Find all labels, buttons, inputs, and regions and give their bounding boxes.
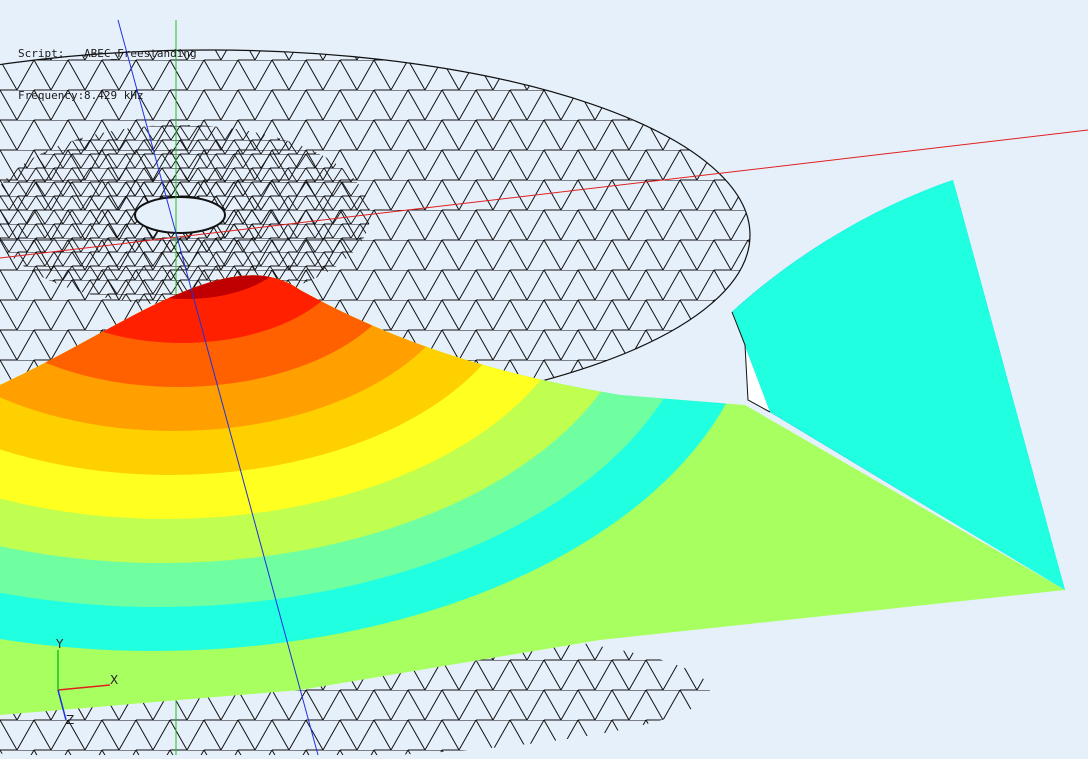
frequency-label: Frequency: bbox=[18, 89, 85, 102]
triad-z-label: Z bbox=[66, 713, 74, 727]
triad-y-label: Y bbox=[55, 637, 64, 651]
info-overlay: Script: ABEC_Freestanding Frequency:8.429… bbox=[18, 19, 197, 131]
viewport-3d[interactable]: X Y Z Script: ABEC_Freestanding Frequency… bbox=[0, 0, 1088, 759]
frequency-value: 8.429 kHz bbox=[84, 89, 144, 102]
triad-x-label: X bbox=[110, 673, 118, 687]
script-value: ABEC_Freestanding bbox=[84, 47, 197, 60]
script-label: Script: bbox=[18, 47, 65, 60]
